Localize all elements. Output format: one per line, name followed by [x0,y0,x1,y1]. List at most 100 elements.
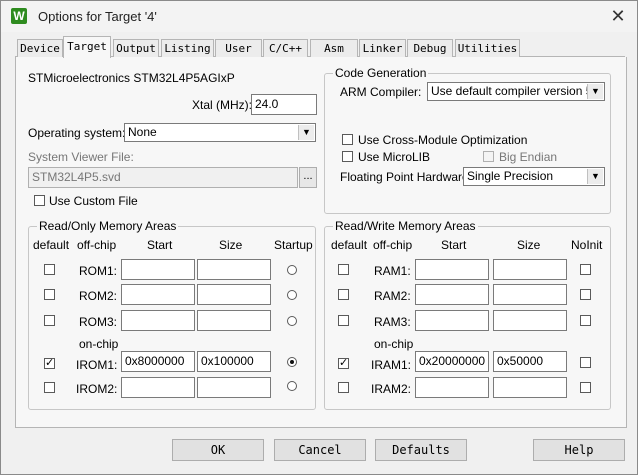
rom3-size-input[interactable] [197,310,271,331]
fp-hardware-label: Floating Point Hardware: [340,170,473,184]
iram2-start-input[interactable] [415,377,489,398]
rom1-label: ROM1: [79,264,118,278]
help-button[interactable]: Help [533,439,625,461]
rom2-start-input[interactable] [121,284,195,305]
tab-output[interactable]: Output [113,39,159,57]
fp-hardware-value: Single Precision [467,169,554,183]
tab-asm[interactable]: Asm [310,39,358,57]
ro-header-size: Size [219,238,243,252]
ok-button[interactable]: OK [172,439,264,461]
iram1-start-input[interactable]: 0x20000000 [415,351,489,372]
ram3-default-checkbox[interactable] [338,315,349,326]
big-endian-label: Big Endian [499,150,558,164]
rw-header-noinit: NoInit [571,238,603,252]
ram2-size-input[interactable] [493,284,567,305]
rom3-startup-radio[interactable] [287,316,297,326]
irom1-size-input[interactable]: 0x100000 [197,351,271,372]
rw-header-start: Start [441,238,467,252]
svd-browse-button: ... [299,167,317,188]
rw-header-offchip: off-chip [373,238,413,252]
ram3-label: RAM3: [374,315,411,329]
ram3-size-input[interactable] [493,310,567,331]
cancel-button[interactable]: Cancel [274,439,366,461]
iram2-default-checkbox[interactable] [338,382,349,393]
xtal-input[interactable]: 24.0 [251,94,317,115]
rom1-default-checkbox[interactable] [44,264,55,275]
rom1-start-input[interactable] [121,259,195,280]
irom2-default-checkbox[interactable] [44,382,55,393]
rom3-start-input[interactable] [121,310,195,331]
use-custom-file-checkbox[interactable] [34,195,45,206]
close-icon[interactable]: ✕ [607,5,629,27]
ram2-default-checkbox[interactable] [338,289,349,300]
iram1-size-input[interactable]: 0x50000 [493,351,567,372]
tab-linker[interactable]: Linker [359,39,406,57]
irom1-default-checkbox[interactable]: ✓ [44,358,55,369]
chevron-down-icon[interactable]: ▼ [587,169,603,184]
ram3-noinit-checkbox[interactable] [580,315,591,326]
rw-memory-title: Read/Write Memory Areas [333,219,478,233]
irom1-start-input[interactable]: 0x8000000 [121,351,195,372]
rw-header-default: default [331,238,368,252]
options-dialog: W Options for Target '4' ✕ Device Target… [0,0,638,475]
tab-debug[interactable]: Debug [407,39,453,57]
iram1-default-checkbox[interactable]: ✓ [338,358,349,369]
ram2-noinit-checkbox[interactable] [580,289,591,300]
iram2-noinit-checkbox[interactable] [580,382,591,393]
keil-app-icon: W [11,8,27,24]
ro-header-startup: Startup [274,238,313,252]
cross-module-checkbox[interactable] [342,134,353,145]
tab-utilities[interactable]: Utilities [455,39,520,57]
irom2-startup-radio[interactable] [287,381,297,391]
rom2-startup-radio[interactable] [287,290,297,300]
big-endian-checkbox [483,151,494,162]
iram2-label: IRAM2: [371,382,412,396]
chevron-down-icon[interactable]: ▼ [587,84,603,99]
os-select[interactable]: None ▼ [124,123,316,142]
rom1-size-input[interactable] [197,259,271,280]
os-label: Operating system: [28,126,126,140]
tab-c-cpp[interactable]: C/C++ [263,39,308,57]
use-custom-file-label: Use Custom File [49,194,138,208]
code-generation-title: Code Generation [333,66,429,80]
iram1-noinit-checkbox[interactable] [580,357,591,368]
chevron-down-icon[interactable]: ▼ [298,125,314,140]
ram1-size-input[interactable] [493,259,567,280]
ram1-default-checkbox[interactable] [338,264,349,275]
irom2-size-input[interactable] [197,377,271,398]
irom2-start-input[interactable] [121,377,195,398]
rom2-label: ROM2: [79,289,118,303]
rom1-startup-radio[interactable] [287,265,297,275]
irom1-startup-radio[interactable] [287,357,297,367]
tab-user[interactable]: User [215,39,262,57]
svd-input: STM32L4P5.svd [28,167,298,188]
rw-onchip-label: on-chip [374,337,414,351]
rom3-default-checkbox[interactable] [44,315,55,326]
ram2-label: RAM2: [374,289,411,303]
ram1-noinit-checkbox[interactable] [580,264,591,275]
ram2-start-input[interactable] [415,284,489,305]
device-name-label: STMicroelectronics STM32L4P5AGIxP [28,71,235,85]
ro-onchip-label: on-chip [79,337,119,351]
iram1-label: IRAM1: [371,358,412,372]
tab-listing[interactable]: Listing [161,39,214,57]
ram1-start-input[interactable] [415,259,489,280]
rom2-size-input[interactable] [197,284,271,305]
tab-target[interactable]: Target [63,36,111,58]
defaults-button[interactable]: Defaults [375,439,467,461]
svd-label: System Viewer File: [28,150,134,164]
rw-header-size: Size [517,238,541,252]
irom2-label: IROM2: [76,382,118,396]
arm-compiler-select[interactable]: Use default compiler version 5 ▼ [427,82,605,101]
os-select-value: None [128,125,157,139]
microlib-checkbox[interactable] [342,151,353,162]
window-title: Options for Target '4' [38,9,157,24]
ro-header-start: Start [147,238,173,252]
iram2-size-input[interactable] [493,377,567,398]
fp-hardware-select[interactable]: Single Precision ▼ [463,167,605,186]
tab-device[interactable]: Device [17,39,63,57]
ram3-start-input[interactable] [415,310,489,331]
ram1-label: RAM1: [374,264,411,278]
rom3-label: ROM3: [79,315,118,329]
rom2-default-checkbox[interactable] [44,289,55,300]
